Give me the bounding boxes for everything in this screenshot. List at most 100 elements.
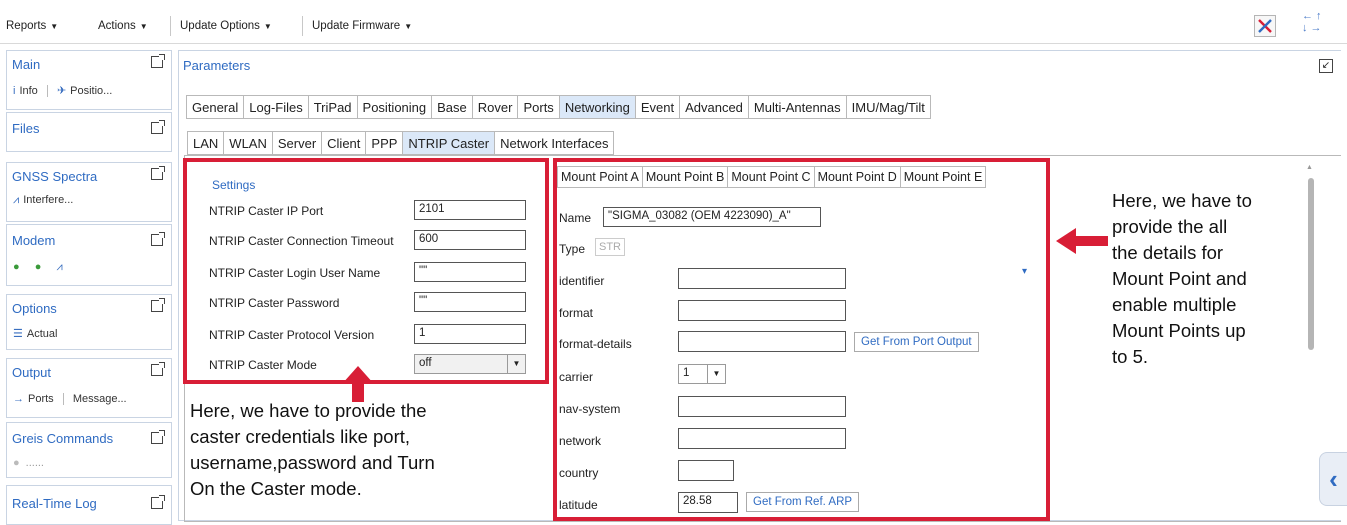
tab-rover[interactable]: Rover xyxy=(472,95,519,119)
scrollbar-thumb[interactable] xyxy=(1308,178,1314,350)
actions-menu[interactable]: Actions ▼ xyxy=(98,20,148,32)
sidebar-item-greis[interactable]: ...... xyxy=(26,457,44,469)
format-details-input[interactable] xyxy=(678,331,846,352)
popout-icon[interactable] xyxy=(151,166,165,180)
format-label: format xyxy=(559,306,594,320)
panel-title[interactable]: Main xyxy=(12,57,40,72)
subtab-lan[interactable]: LAN xyxy=(187,131,225,155)
tab-multi-antennas[interactable]: Multi-Antennas xyxy=(748,95,847,119)
vertical-scrollbar[interactable]: ▲ xyxy=(1303,164,1317,355)
toolbar-divider xyxy=(170,16,171,36)
update-firmware-menu[interactable]: Update Firmware ▼ xyxy=(312,20,412,32)
ip-port-label: NTRIP Caster IP Port xyxy=(209,204,324,218)
chart-icon[interactable]: ⩘ xyxy=(56,261,62,273)
subtab-wlan[interactable]: WLAN xyxy=(224,131,273,155)
identifier-input[interactable] xyxy=(678,268,846,289)
popout-icon[interactable] xyxy=(151,430,165,444)
sidebar-item-info[interactable]: Info xyxy=(19,85,37,97)
tab-tripad[interactable]: TriPad xyxy=(308,95,358,119)
sidebar-item-messages[interactable]: Message... xyxy=(73,393,127,405)
tab-general[interactable]: General xyxy=(186,95,245,119)
swap-arrows-icon[interactable]: ← ↑ ↓ → xyxy=(1302,10,1334,34)
carrier-value: 1 xyxy=(683,367,690,379)
panel-title[interactable]: Files xyxy=(12,121,39,136)
username-label: NTRIP Caster Login User Name xyxy=(209,266,381,280)
country-input[interactable] xyxy=(678,460,734,481)
timeout-input[interactable]: 600 xyxy=(414,230,526,250)
popout-icon[interactable] xyxy=(151,54,165,68)
tab-mount-point-a[interactable]: Mount Point A xyxy=(557,166,643,188)
side-panel-toggle[interactable]: ‹ xyxy=(1319,452,1347,506)
sidebar-item-interference[interactable]: Interfere... xyxy=(23,194,73,206)
options-items: ☰ Actual xyxy=(13,327,57,340)
popout-icon[interactable] xyxy=(151,232,165,246)
sidebar-item-ports[interactable]: Ports xyxy=(28,393,54,405)
subtab-ppp[interactable]: PPP xyxy=(366,131,404,155)
tab-base[interactable]: Base xyxy=(432,95,473,119)
subtab-client[interactable]: Client xyxy=(322,131,367,155)
sidebar-panel-gnss: GNSS Spectra ⩘ Interfere... xyxy=(6,162,172,222)
popout-icon[interactable] xyxy=(151,298,165,312)
tab-advanced[interactable]: Advanced xyxy=(680,95,749,119)
carrier-label: carrier xyxy=(559,370,594,384)
panel-title[interactable]: Real-Time Log xyxy=(12,496,97,511)
dropdown-caret-icon: ▼ xyxy=(507,355,525,373)
subtab-ntrip-caster[interactable]: NTRIP Caster xyxy=(403,131,496,155)
panel-title[interactable]: Greis Commands xyxy=(12,431,113,446)
password-label: NTRIP Caster Password xyxy=(209,296,340,310)
sidebar-item-actual[interactable]: Actual xyxy=(27,328,58,340)
tab-mount-point-b[interactable]: Mount Point B xyxy=(642,166,729,188)
protocol-version-input[interactable]: 1 xyxy=(414,324,526,344)
caster-mode-label: NTRIP Caster Mode xyxy=(209,358,317,372)
popout-icon[interactable] xyxy=(151,362,165,376)
annotation-line: Mount Points up xyxy=(1112,320,1246,341)
tab-mount-point-e[interactable]: Mount Point E xyxy=(900,166,987,188)
sidebar-panel-output: Output → Ports Message... xyxy=(6,358,172,418)
get-from-ref-arp-button[interactable]: Get From Ref. ARP xyxy=(746,492,860,512)
popout-icon[interactable] xyxy=(151,120,165,134)
popout-icon[interactable] xyxy=(151,495,165,509)
format-input[interactable] xyxy=(678,300,846,321)
tab-mount-point-c[interactable]: Mount Point C xyxy=(728,166,815,188)
tab-networking[interactable]: Networking xyxy=(559,95,636,119)
disconnect-button[interactable] xyxy=(1254,15,1276,37)
panel-title[interactable]: Modem xyxy=(12,233,55,248)
name-input[interactable]: "SIGMA_03082 (OEM 4223090)_A" xyxy=(603,207,821,227)
mount-point-annotation: Here, we have to provide the all the det… xyxy=(1112,188,1252,370)
network-label: network xyxy=(559,434,602,448)
scroll-up-icon[interactable]: ▲ xyxy=(1306,164,1313,171)
minimize-icon[interactable]: ↙ xyxy=(1319,59,1333,73)
network-input[interactable] xyxy=(678,428,846,449)
caster-mode-select[interactable]: off ▼ xyxy=(414,354,526,374)
subtab-server[interactable]: Server xyxy=(272,131,323,155)
reports-menu[interactable]: Reports ▼ xyxy=(6,20,58,32)
panel-title[interactable]: Options xyxy=(12,301,57,316)
get-from-port-output-button[interactable]: Get From Port Output xyxy=(854,332,979,352)
connect-icon[interactable]: ● xyxy=(35,261,42,273)
protocol-version-label: NTRIP Caster Protocol Version xyxy=(209,328,375,342)
annotation-line: caster credentials like port, xyxy=(190,426,411,447)
latitude-input[interactable]: 28.58 xyxy=(678,492,738,513)
toolbar-divider xyxy=(302,16,303,36)
panel-title[interactable]: GNSS Spectra xyxy=(12,169,97,184)
output-items: → Ports Message... xyxy=(13,393,127,406)
sidebar-item-positioning[interactable]: Positio... xyxy=(70,85,112,97)
nav-system-input[interactable] xyxy=(678,396,846,417)
password-input[interactable]: "" xyxy=(414,292,526,312)
tab-ports[interactable]: Ports xyxy=(518,95,560,119)
ip-port-input[interactable]: 2101 xyxy=(414,200,526,220)
tab-event[interactable]: Event xyxy=(635,95,681,119)
main-items: i Info ✈ Positio... xyxy=(13,84,112,98)
dropdown-caret-icon: ▼ xyxy=(139,22,148,31)
panel-title[interactable]: Output xyxy=(12,365,51,380)
carrier-select[interactable]: 1 ▼ xyxy=(678,364,726,384)
tab-mount-point-d[interactable]: Mount Point D xyxy=(814,166,901,188)
update-options-menu[interactable]: Update Options ▼ xyxy=(180,20,272,32)
tab-log-files[interactable]: Log-Files xyxy=(244,95,309,119)
annotation-line: On the Caster mode. xyxy=(190,478,362,499)
link-icon[interactable]: ● xyxy=(13,261,20,273)
subtab-network-interfaces[interactable]: Network Interfaces xyxy=(495,131,615,155)
tab-positioning[interactable]: Positioning xyxy=(357,95,433,119)
username-input[interactable]: "" xyxy=(414,262,526,282)
tab-imu-mag-tilt[interactable]: IMU/Mag/Tilt xyxy=(846,95,931,119)
